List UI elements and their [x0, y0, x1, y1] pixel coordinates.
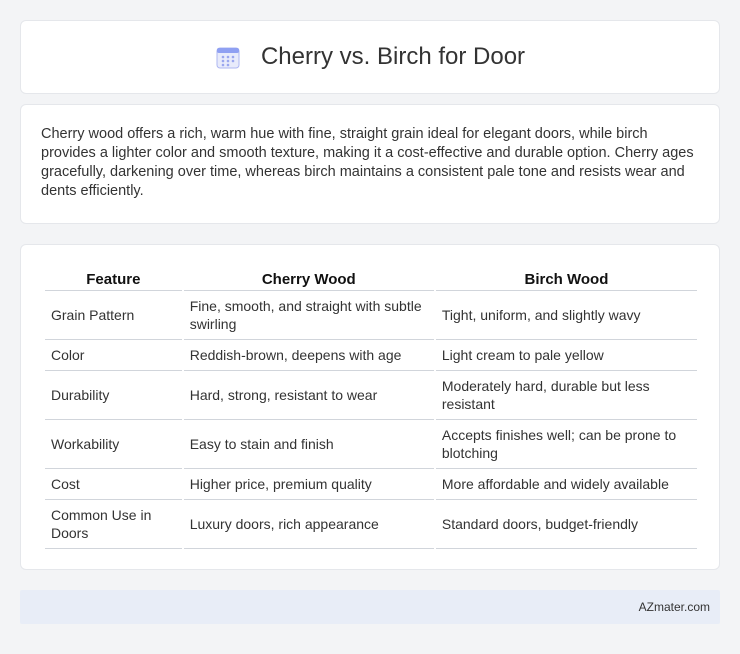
- table-cell-cherry: Luxury doors, rich appearance: [183, 500, 434, 549]
- table-row: Common Use in Doors Luxury doors, rich a…: [45, 500, 697, 549]
- footer-bar: AZmater.com: [20, 590, 720, 624]
- table-row: Color Reddish-brown, deepens with age Li…: [45, 340, 697, 371]
- table-cell-cherry: Hard, strong, resistant to wear: [183, 371, 434, 420]
- comparison-card: Feature Cherry Wood Birch Wood Grain Pat…: [20, 244, 720, 570]
- table-row: Cost Higher price, premium quality More …: [45, 469, 697, 500]
- table-header-row: Feature Cherry Wood Birch Wood: [45, 263, 697, 291]
- column-header-cherry: Cherry Wood: [183, 263, 434, 291]
- table-cell-cherry: Easy to stain and finish: [183, 420, 434, 469]
- table-cell-feature: Color: [45, 340, 182, 371]
- table-row: Workability Easy to stain and finish Acc…: [45, 420, 697, 469]
- table-cell-birch: Accepts finishes well; can be prone to b…: [435, 420, 697, 469]
- column-header-feature: Feature: [45, 263, 182, 291]
- summary-card: Cherry wood offers a rich, warm hue with…: [20, 104, 720, 224]
- table-cell-birch: Tight, uniform, and slightly wavy: [435, 291, 697, 340]
- table-cell-birch: Light cream to pale yellow: [435, 340, 697, 371]
- table-cell-birch: More affordable and widely available: [435, 469, 697, 500]
- calendar-icon: [215, 44, 241, 70]
- table-cell-birch: Standard doors, budget-friendly: [435, 500, 697, 549]
- column-header-birch: Birch Wood: [435, 263, 697, 291]
- table-cell-feature: Durability: [45, 371, 182, 420]
- table-cell-feature: Cost: [45, 469, 182, 500]
- summary-text: Cherry wood offers a rich, warm hue with…: [41, 126, 694, 199]
- table-cell-cherry: Higher price, premium quality: [183, 469, 434, 500]
- table-cell-cherry: Fine, smooth, and straight with subtle s…: [183, 291, 434, 340]
- comparison-table: Feature Cherry Wood Birch Wood Grain Pat…: [43, 263, 699, 549]
- table-cell-feature: Workability: [45, 420, 182, 469]
- page-title: Cherry vs. Birch for Door: [260, 43, 526, 70]
- table-cell-feature: Grain Pattern: [45, 291, 182, 340]
- table-cell-feature: Common Use in Doors: [45, 500, 182, 549]
- table-row: Durability Hard, strong, resistant to we…: [45, 371, 697, 420]
- table-row: Grain Pattern Fine, smooth, and straight…: [45, 291, 697, 340]
- table-cell-cherry: Reddish-brown, deepens with age: [183, 340, 434, 371]
- table-cell-birch: Moderately hard, durable but less resist…: [435, 371, 697, 420]
- title-card: Cherry vs. Birch for Door: [20, 20, 720, 94]
- footer-brand: AZmater.com: [638, 600, 710, 614]
